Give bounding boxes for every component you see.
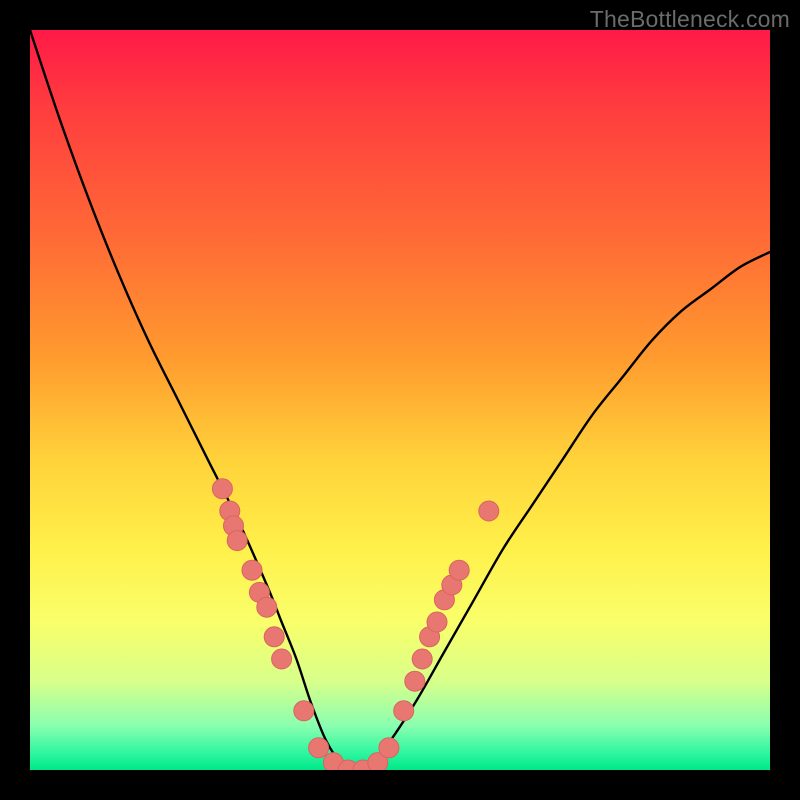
curve-marker [394,701,414,721]
chart-frame: TheBottleneck.com [0,0,800,800]
curve-marker [427,612,447,632]
curve-markers [212,479,498,770]
curve-marker [227,531,247,551]
curve-marker [309,738,329,758]
curve-marker [264,627,284,647]
curve-marker [294,701,314,721]
curve-marker [412,649,432,669]
plot-area [30,30,770,770]
curve-marker [405,671,425,691]
curve-marker [212,479,232,499]
watermark-label: TheBottleneck.com [590,6,790,33]
bottleneck-curve [30,30,770,770]
curve-marker [272,649,292,669]
curve-marker [379,738,399,758]
curve-marker [449,560,469,580]
curve-marker [479,501,499,521]
curve-marker [242,560,262,580]
curve-layer [30,30,770,770]
curve-marker [257,597,277,617]
